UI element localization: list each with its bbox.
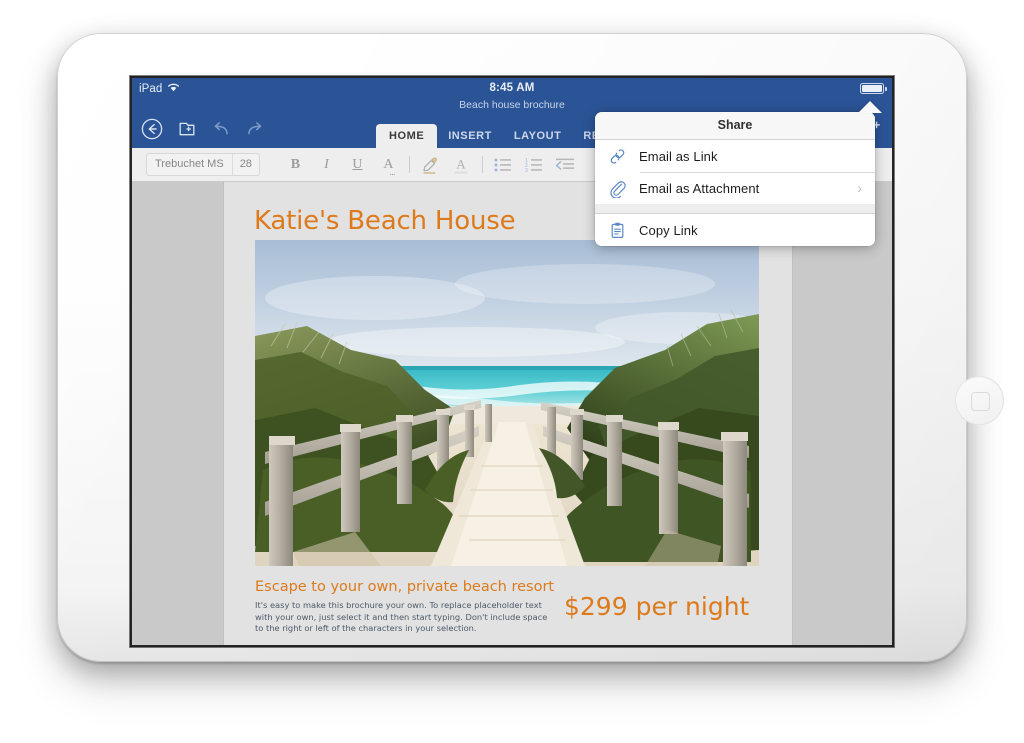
share-item-label: Copy Link — [639, 223, 698, 238]
decrease-indent-icon[interactable] — [550, 152, 581, 178]
document-canvas[interactable]: Katie's Beach House — [132, 182, 892, 645]
clear-formatting-button[interactable]: A — [373, 152, 404, 178]
share-item-email-as-attachment[interactable]: Email as Attachment › — [595, 172, 875, 204]
numbered-list-icon[interactable]: 1 2 3 — [519, 152, 550, 178]
share-item-label: Email as Link — [639, 149, 718, 164]
chevron-right-icon: › — [857, 181, 862, 195]
share-popover-separator — [595, 204, 875, 213]
ribbon-divider-1 — [409, 156, 410, 173]
redo-icon[interactable] — [245, 119, 265, 144]
ipad-screen: iPad 8:45 AM Beach house brochure — [132, 78, 892, 645]
undo-icon[interactable] — [211, 119, 231, 144]
document-subheading[interactable]: Escape to your own, private beach resort — [255, 579, 554, 595]
italic-button[interactable]: I — [311, 152, 342, 178]
beach-path-photo[interactable] — [255, 240, 759, 566]
home-button[interactable] — [955, 376, 1004, 425]
bold-button[interactable]: B — [280, 152, 311, 178]
tab-layout[interactable]: LAYOUT — [503, 124, 573, 148]
screen-bezel: iPad 8:45 AM Beach house brochure — [130, 76, 894, 647]
svg-text:3: 3 — [525, 168, 528, 173]
text-style-group: B I U A — [280, 152, 404, 178]
command-bar-left-actions — [141, 114, 265, 148]
paperclip-icon — [608, 179, 639, 198]
share-popover-title: Share — [595, 112, 875, 139]
file-actions-icon[interactable] — [177, 119, 197, 144]
status-bar: iPad 8:45 AM — [132, 78, 892, 98]
font-color-button[interactable]: A — [446, 152, 477, 178]
link-chain-icon — [608, 147, 639, 166]
highlighter-icon[interactable] — [415, 152, 446, 178]
share-copy-section: Copy Link — [595, 213, 875, 246]
bullet-list-icon[interactable] — [488, 152, 519, 178]
status-bar-right — [860, 78, 884, 98]
status-bar-time: 8:45 AM — [132, 78, 892, 98]
font-size-field[interactable]: 28 — [233, 154, 259, 175]
document-body-text[interactable]: It's easy to make this brochure your own… — [255, 600, 555, 635]
tab-home[interactable]: HOME — [376, 124, 437, 148]
share-item-email-as-link[interactable]: Email as Link — [595, 140, 875, 172]
home-button-square-icon — [971, 392, 990, 411]
share-email-section: Email as Link Email as Attachment › — [595, 139, 875, 204]
svg-text:A: A — [457, 156, 467, 171]
back-icon[interactable] — [141, 118, 163, 145]
share-item-label: Email as Attachment — [639, 181, 759, 196]
clipboard-icon — [608, 221, 639, 240]
color-group: A — [415, 152, 477, 178]
share-popover: Share Email as Link Email as Attachme — [595, 112, 875, 246]
list-group: 1 2 3 — [488, 152, 581, 178]
ribbon-divider-2 — [482, 156, 483, 173]
underline-button[interactable]: U — [342, 152, 373, 178]
tab-insert[interactable]: INSERT — [437, 124, 503, 148]
font-name-field[interactable]: Trebuchet MS — [147, 154, 232, 175]
font-selector[interactable]: Trebuchet MS 28 — [146, 153, 260, 176]
battery-full-icon — [860, 83, 884, 94]
document-price-text[interactable]: $299 per night — [564, 592, 749, 621]
document-page[interactable]: Katie's Beach House — [224, 182, 792, 645]
share-popover-arrow — [858, 101, 882, 113]
share-item-copy-link[interactable]: Copy Link — [595, 214, 875, 246]
